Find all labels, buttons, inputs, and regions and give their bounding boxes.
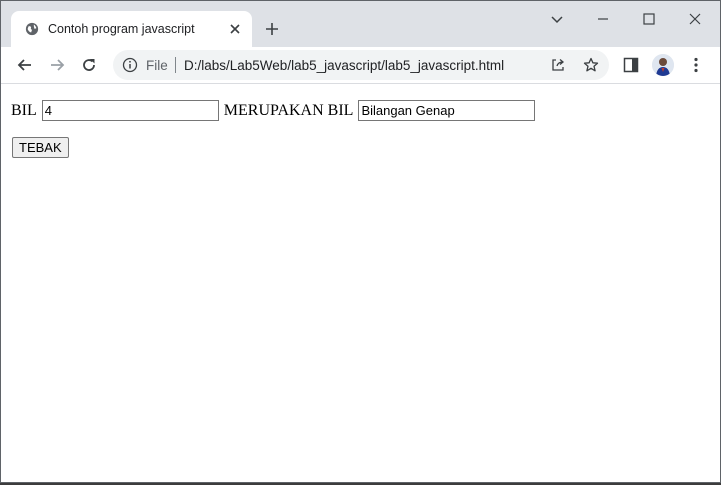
form-row: BIL MERUPAKAN BIL: [11, 100, 536, 121]
avatar[interactable]: [652, 54, 674, 76]
close-icon[interactable]: [687, 11, 703, 27]
avatar-image: [652, 54, 674, 76]
url-text[interactable]: D:/labs/Lab5Web/lab5_javascript/lab5_jav…: [184, 58, 504, 73]
tab-strip: Contoh program javascript: [1, 1, 720, 47]
info-icon[interactable]: [122, 57, 138, 73]
tab-title: Contoh program javascript: [48, 22, 195, 36]
browser-window: Contoh program javascript File D:/labs/L…: [0, 0, 721, 483]
globe-icon: [25, 22, 39, 36]
url-scheme-label: File: [146, 58, 168, 73]
page-content: BIL MERUPAKAN BIL TEBAK: [1, 84, 720, 482]
bil-label: BIL: [11, 101, 37, 119]
star-icon[interactable]: [583, 57, 599, 73]
address-separator: [175, 57, 176, 73]
browser-tab[interactable]: Contoh program javascript: [11, 11, 252, 47]
merupakan-label: MERUPAKAN BIL: [223, 101, 354, 119]
arrow-right-icon[interactable]: [47, 55, 67, 75]
chevron-down-icon[interactable]: [549, 11, 565, 27]
tebak-button[interactable]: TEBAK: [12, 137, 69, 158]
address-bar[interactable]: File D:/labs/Lab5Web/lab5_javascript/lab…: [113, 50, 609, 80]
close-icon[interactable]: [227, 21, 243, 37]
browser-toolbar: File D:/labs/Lab5Web/lab5_javascript/lab…: [1, 47, 720, 84]
side-panel-icon[interactable]: [621, 55, 641, 75]
kebab-menu-icon[interactable]: [686, 55, 706, 75]
maximize-icon[interactable]: [641, 11, 657, 27]
bil-input[interactable]: [41, 100, 219, 121]
arrow-left-icon[interactable]: [15, 55, 35, 75]
result-input[interactable]: [358, 100, 536, 121]
plus-icon[interactable]: [264, 21, 280, 37]
reload-icon[interactable]: [79, 55, 99, 75]
minimize-icon[interactable]: [595, 11, 611, 27]
share-icon[interactable]: [550, 57, 566, 73]
